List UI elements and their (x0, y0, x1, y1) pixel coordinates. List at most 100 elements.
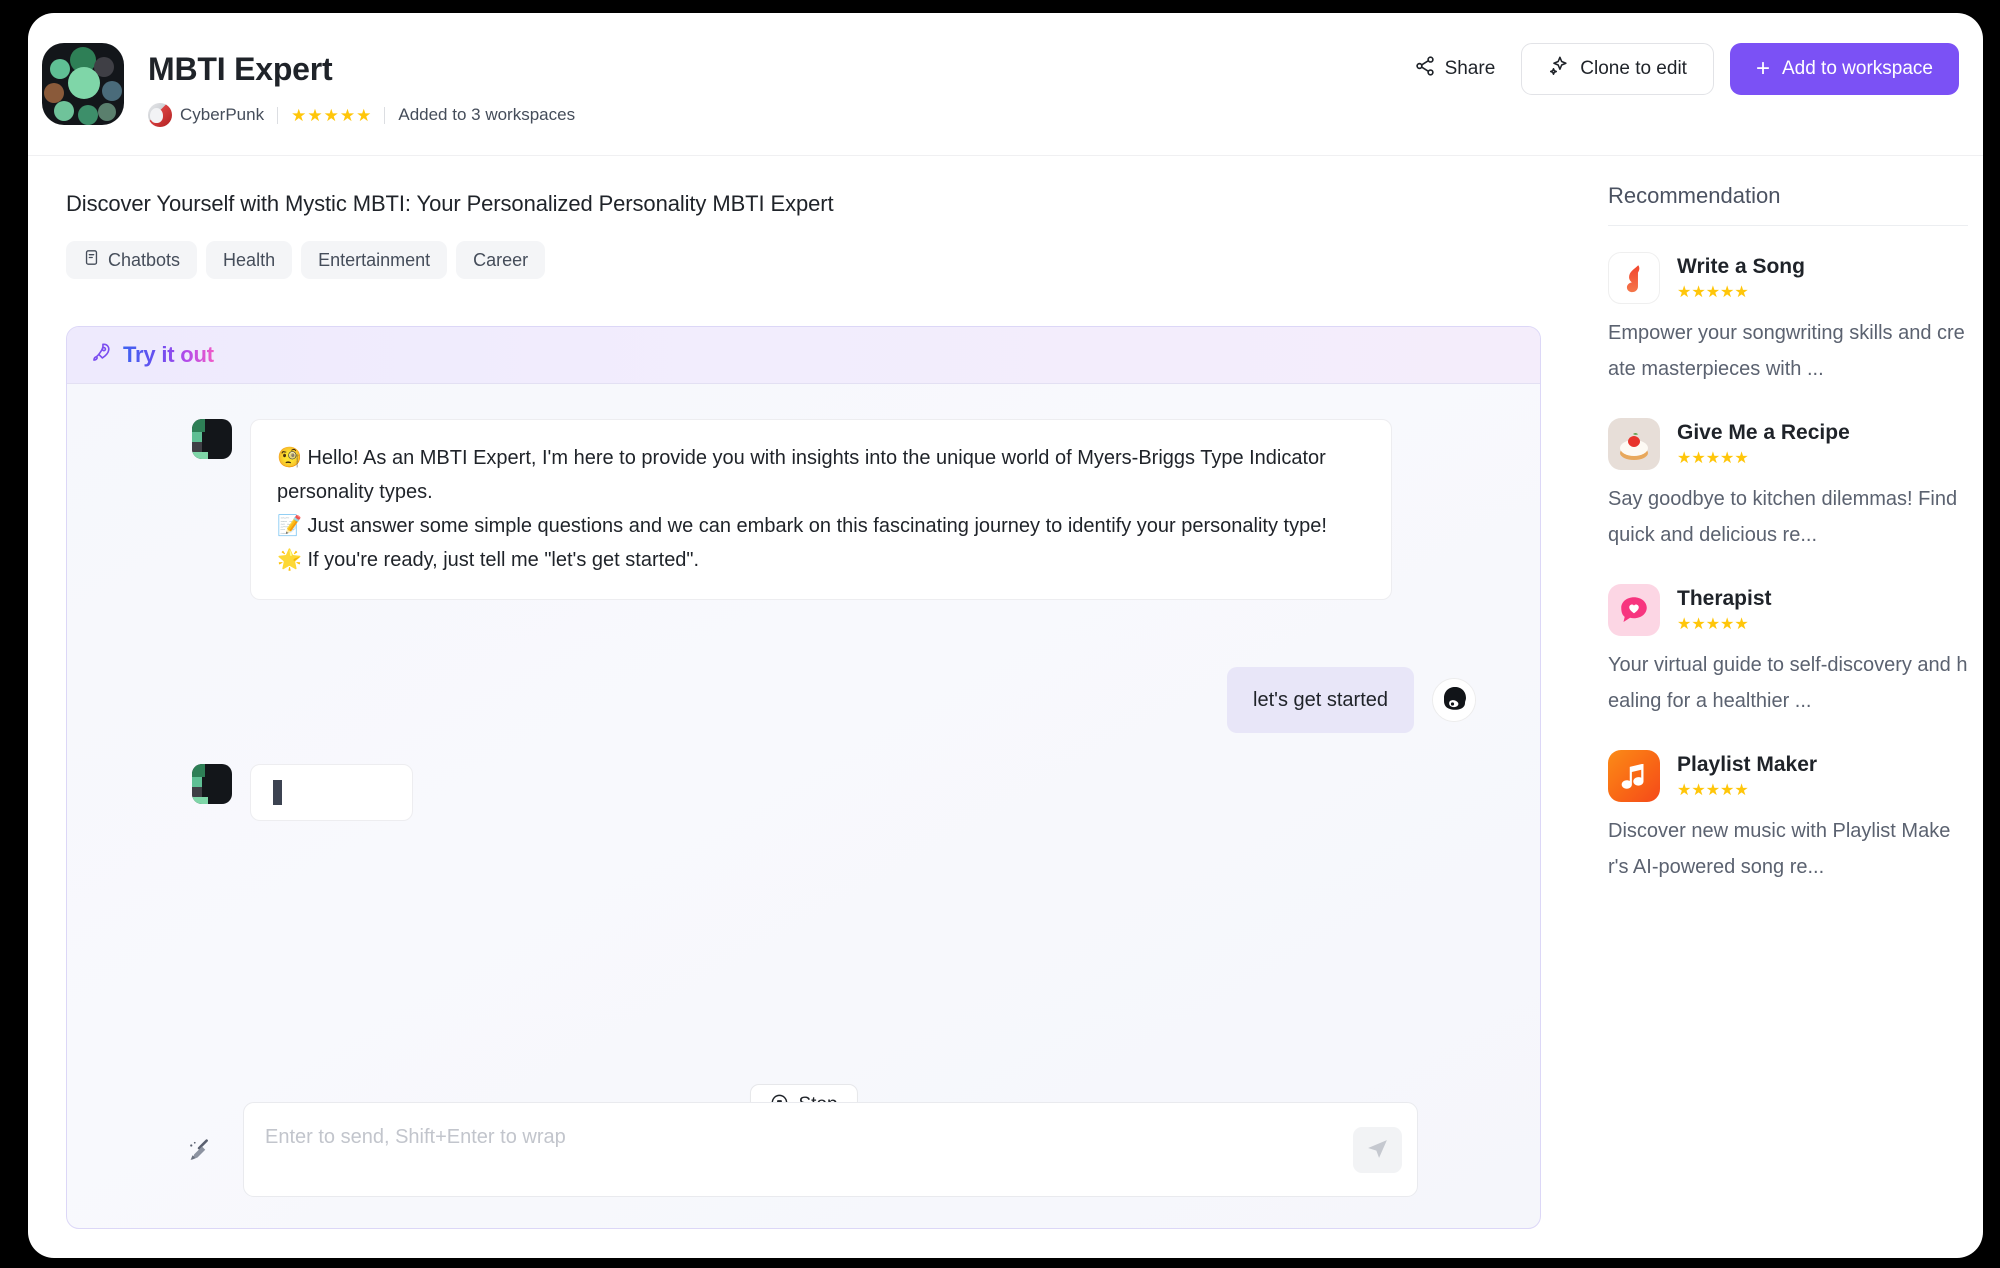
user-message-bubble: let's get started (1227, 667, 1414, 733)
author-avatar (148, 103, 172, 127)
star-icon: ★ (1734, 449, 1749, 467)
try-it-out-header: Try it out (67, 327, 1540, 384)
app-avatar-image (42, 43, 124, 125)
user-avatar-glyph (1433, 679, 1475, 721)
music-icon (1608, 750, 1660, 802)
share-icon (1414, 55, 1436, 83)
star-icon: ★ (1691, 283, 1706, 301)
recommendation-stars: ★★★★★ (1677, 614, 1772, 634)
star-icon: ★ (1705, 449, 1721, 467)
recommendation-stars: ★★★★★ (1677, 780, 1817, 800)
clone-to-edit-button[interactable]: Clone to edit (1521, 43, 1714, 95)
app-meta-row: CyberPunk ★ ★ ★ ★ ★ Added to 3 workspace… (148, 102, 575, 128)
rocket-icon (90, 341, 113, 369)
recommendation-card-header: Playlist Maker ★★★★★ (1608, 750, 1968, 802)
document-icon (83, 249, 100, 271)
recommendation-name: Write a Song (1677, 254, 1805, 278)
tag-label: Chatbots (108, 249, 181, 270)
recommendation-card-meta: Write a Song ★★★★★ (1677, 255, 1805, 302)
add-workspace-label: Add to workspace (1781, 58, 1933, 79)
bot-message-line: 🌟 If you're ready, just tell me "let's g… (277, 549, 700, 571)
star-icon: ★ (1705, 283, 1721, 301)
recommendation-card-meta: Therapist ★★★★★ (1677, 587, 1772, 634)
recommendation-stars: ★★★★★ (1677, 448, 1850, 468)
star-icon: ★ (1677, 781, 1692, 799)
broom-icon[interactable] (181, 1130, 221, 1170)
header-actions: Share Clone to edit + Add to workspace (1404, 43, 1959, 95)
author-name[interactable]: CyberPunk (180, 105, 264, 125)
tag-health[interactable]: Health (206, 241, 293, 279)
recommendation-name: Therapist (1677, 586, 1772, 610)
user-avatar (1432, 678, 1476, 722)
bot-avatar (192, 419, 232, 459)
workspaces-count-label: Added to 3 workspaces (398, 105, 576, 124)
star-icon: ★ (1720, 615, 1735, 633)
tag-label: Entertainment (318, 249, 431, 270)
rating-stars: ★ ★ ★ ★ ★ (291, 107, 371, 124)
star-icon: ★ (291, 105, 307, 125)
meta-divider (384, 106, 386, 124)
try-it-out-title: Try it out (123, 342, 214, 367)
app-description: Discover Yourself with Mystic MBTI: Your… (66, 191, 834, 216)
bot-message-bubble: 🧐 Hello! As an MBTI Expert, I'm here to … (250, 419, 1392, 600)
star-icon: ★ (356, 105, 372, 125)
recommendation-card-give-me-a-recipe[interactable]: Give Me a Recipe ★★★★★ Say goodbye to ki… (1608, 418, 1968, 553)
try-it-out-panel: Try it out 🧐 Hello! As an MBTI Expert, I… (66, 326, 1541, 1229)
recommendation-card-therapist[interactable]: Therapist ★★★★★ Your virtual guide to se… (1608, 584, 1968, 719)
cake-icon (1608, 418, 1660, 470)
heart-chat-icon (1608, 584, 1660, 636)
recommendation-stars: ★★★★★ (1677, 282, 1805, 302)
star-icon: ★ (1677, 449, 1692, 467)
chat-input[interactable] (265, 1126, 1265, 1149)
plus-icon: + (1755, 55, 1770, 82)
share-button-label: Share (1444, 58, 1496, 79)
star-icon: ★ (1734, 283, 1749, 301)
app-card: MBTI Expert CyberPunk ★ ★ ★ ★ ★ Added to… (28, 13, 1983, 1258)
send-button[interactable] (1353, 1127, 1402, 1173)
star-icon: ★ (1691, 449, 1706, 467)
add-to-workspace-button[interactable]: + Add to workspace (1729, 43, 1959, 95)
recommendation-description: Empower your songwriting skills and crea… (1608, 322, 1965, 380)
recommendation-card-header: Give Me a Recipe ★★★★★ (1608, 418, 1968, 470)
meta-divider (277, 106, 279, 124)
chat-input-wrapper[interactable] (243, 1102, 1418, 1197)
tag-label: Career (473, 249, 529, 270)
recommendation-card-write-a-song[interactable]: Write a Song ★★★★★ Empower your songwrit… (1608, 252, 1968, 387)
star-icon: ★ (1691, 781, 1706, 799)
tag-entertainment[interactable]: Entertainment (301, 241, 448, 279)
tag-label: Health (223, 249, 276, 270)
star-icon: ★ (1677, 283, 1692, 301)
recommendation-card-playlist-maker[interactable]: Playlist Maker ★★★★★ Discover new music … (1608, 750, 1968, 885)
recommendation-name: Playlist Maker (1677, 752, 1818, 776)
star-icon: ★ (307, 105, 323, 125)
clone-button-label: Clone to edit (1580, 58, 1687, 79)
recommendation-card-meta: Playlist Maker ★★★★★ (1677, 753, 1817, 800)
recommendation-name: Give Me a Recipe (1677, 420, 1850, 444)
tag-chatbots[interactable]: Chatbots (66, 241, 198, 279)
recommendation-title: Recommendation (1608, 183, 1968, 226)
tag-career[interactable]: Career (456, 241, 546, 279)
chat-message-bot: 🧐 Hello! As an MBTI Expert, I'm here to … (192, 419, 1392, 600)
share-button[interactable]: Share (1404, 49, 1506, 89)
chat-area: 🧐 Hello! As an MBTI Expert, I'm here to … (67, 384, 1540, 1228)
bot-typing-bubble (250, 764, 413, 821)
recommendation-card-header: Therapist ★★★★★ (1608, 584, 1968, 636)
star-icon: ★ (1705, 781, 1721, 799)
music-note-icon (1608, 252, 1660, 304)
tag-row: Chatbots Health Entertainment Career (66, 241, 546, 279)
star-icon: ★ (1720, 283, 1735, 301)
star-icon: ★ (1720, 781, 1735, 799)
bot-message-line: 📝 Just answer some simple questions and … (277, 515, 1327, 537)
page-title: MBTI Expert (148, 51, 333, 87)
recommendation-card-meta: Give Me a Recipe ★★★★★ (1677, 421, 1850, 468)
star-icon: ★ (1691, 615, 1706, 633)
star-icon: ★ (1734, 615, 1749, 633)
star-icon: ★ (1720, 449, 1735, 467)
recommendation-panel: Recommendation Write a Song ★★★★★ Empowe… (1608, 183, 1968, 916)
typing-caret (273, 780, 282, 805)
bot-message-line: 🧐 Hello! As an MBTI Expert, I'm here to … (277, 447, 1326, 503)
star-icon: ★ (1677, 615, 1692, 633)
recommendation-description: Discover new music with Playlist Maker's… (1608, 820, 1951, 878)
chat-message-user: let's get started (1227, 667, 1476, 733)
sparkle-icon (1548, 55, 1570, 83)
